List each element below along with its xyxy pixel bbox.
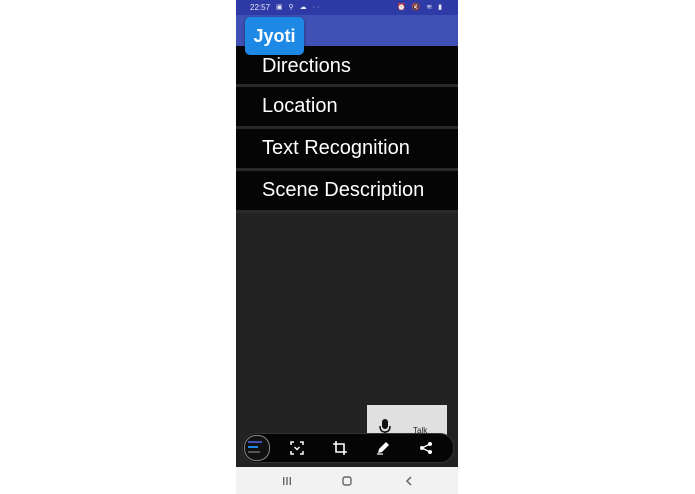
navigation-bar xyxy=(236,467,458,494)
menu-item-scene-description[interactable]: Scene Description xyxy=(236,171,458,213)
status-time: 22:57 xyxy=(250,3,271,12)
pencil-icon[interactable] xyxy=(376,441,390,455)
menu-item-text-recognition[interactable]: Text Recognition xyxy=(236,129,458,171)
talk-button[interactable]: Talk xyxy=(367,405,447,435)
share-icon[interactable] xyxy=(419,441,433,455)
screenshot-thumbnail[interactable] xyxy=(244,435,270,461)
menu-list: Directions Location Text Recognition Sce… xyxy=(236,46,458,213)
home-icon[interactable] xyxy=(340,474,354,488)
phone-screen: 22:57 ▣ ⚲ ☁ ·· ⏰ 🔇 ≋ ▮ Directions Locati… xyxy=(236,0,458,494)
status-notification-icons: ▣ ⚲ ☁ ·· xyxy=(276,4,322,11)
app-title: Jyoti xyxy=(245,17,304,55)
recent-apps-icon[interactable] xyxy=(280,474,294,488)
back-icon[interactable] xyxy=(402,474,416,488)
scroll-capture-icon[interactable] xyxy=(290,441,304,455)
status-system-icons: ⏰ 🔇 ≋ ▮ xyxy=(397,4,444,11)
menu-item-location[interactable]: Location xyxy=(236,87,458,129)
crop-icon[interactable] xyxy=(333,441,347,455)
status-bar: 22:57 ▣ ⚲ ☁ ·· ⏰ 🔇 ≋ ▮ xyxy=(236,0,458,15)
screenshot-toolbar xyxy=(242,433,454,463)
